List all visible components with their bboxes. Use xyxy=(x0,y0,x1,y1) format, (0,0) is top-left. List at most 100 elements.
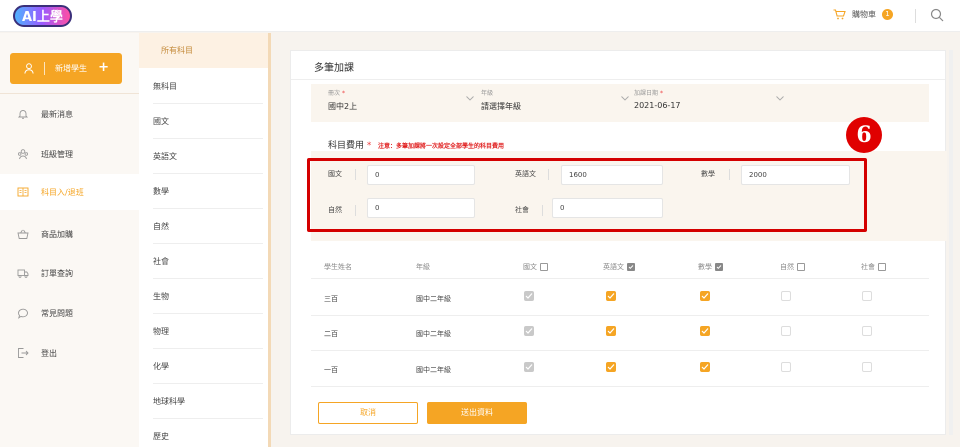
subject-item[interactable]: 生物 xyxy=(153,279,263,314)
new-student-label: 新增學生 xyxy=(55,64,87,73)
chevron-down-icon xyxy=(621,96,629,101)
topbar-divider xyxy=(915,9,916,23)
cart-button[interactable]: 購物車 1 xyxy=(833,9,893,20)
checkbox-math[interactable] xyxy=(700,291,710,301)
panel-title: 多筆加課 xyxy=(314,63,354,74)
header-checkbox[interactable] xyxy=(715,263,723,271)
highlight-box xyxy=(307,158,867,232)
fee-label-text: 科目費用 xyxy=(328,141,365,151)
grade-select[interactable]: 年級 請選擇年級 xyxy=(481,84,631,122)
table-divider xyxy=(311,386,929,387)
col-header-science[interactable]: 自然 xyxy=(780,262,805,272)
header-checkbox[interactable] xyxy=(627,263,635,271)
subject-item[interactable]: 物理 xyxy=(153,314,263,349)
filter-value: 國中2上 xyxy=(328,102,358,111)
submit-button[interactable]: 送出資料 xyxy=(427,402,527,424)
sidebar-item-label: 常見問題 xyxy=(41,308,73,318)
col-header-english[interactable]: 英語文 xyxy=(603,262,635,272)
col-header-social[interactable]: 社會 xyxy=(861,262,886,272)
top-bar: AI上學 購物車 1 xyxy=(0,0,960,32)
sidebar-item-logout[interactable]: 登出 xyxy=(0,335,139,371)
add-date-select[interactable]: 加課日期 * 2021-06-17 xyxy=(634,84,784,122)
sidebar-item-label: 商品加購 xyxy=(41,229,73,239)
subject-item[interactable]: 數學 xyxy=(153,174,263,209)
checkbox-social[interactable] xyxy=(862,291,872,301)
table-divider xyxy=(311,350,929,351)
chevron-down-icon xyxy=(466,96,474,101)
people-icon xyxy=(18,149,28,160)
student-grade: 國中二年級 xyxy=(416,295,451,303)
logout-icon xyxy=(18,348,29,358)
checkbox-social[interactable] xyxy=(862,326,872,336)
step-number-badge: 6 xyxy=(846,117,882,153)
sidebar-item-orders[interactable]: 訂單查詢 xyxy=(0,255,139,291)
header-checkbox[interactable] xyxy=(540,263,548,271)
basket-icon xyxy=(17,229,29,239)
cancel-button[interactable]: 取消 xyxy=(318,402,418,424)
checkbox-science[interactable] xyxy=(781,326,791,336)
title-divider xyxy=(291,79,945,80)
required-mark: * xyxy=(366,141,372,151)
sidebar-item-products[interactable]: 商品加購 xyxy=(0,216,139,252)
checkbox-chinese xyxy=(524,362,534,372)
col-header-chinese[interactable]: 國文 xyxy=(523,262,548,272)
col-header-name: 學生姓名 xyxy=(324,263,352,271)
checkbox-math[interactable] xyxy=(700,326,710,336)
required-mark: * xyxy=(341,90,345,97)
col-header-math[interactable]: 數學 xyxy=(698,262,723,272)
subject-item[interactable]: 英語文 xyxy=(153,139,263,174)
app-logo[interactable]: AI上學 xyxy=(13,4,72,28)
cart-count-badge: 1 xyxy=(882,9,893,20)
fee-section-label: 科目費用 * xyxy=(328,138,371,151)
sidebar-item-subject-enroll[interactable]: 科目入/退班 xyxy=(0,174,139,210)
subject-item[interactable]: 自然 xyxy=(153,209,263,244)
plus-icon: + xyxy=(98,60,109,75)
truck-icon xyxy=(17,269,29,278)
search-icon[interactable] xyxy=(930,8,944,22)
checkbox-english[interactable] xyxy=(606,362,616,372)
book-icon xyxy=(17,187,29,197)
checkbox-social[interactable] xyxy=(862,362,872,372)
sidebar: 新增學生 + 最新消息 班級管理 科目入/退班 商品加購 訂單查詢 常見問題 登… xyxy=(0,33,139,447)
multi-add-panel: 多筆加課 冊次 * 國中2上 年級 請選擇年級 加課日期 * 2021-06-1… xyxy=(290,50,947,435)
subject-item-all[interactable]: 所有科目 xyxy=(139,33,268,68)
sidebar-item-label: 最新消息 xyxy=(41,109,73,119)
sidebar-item-label: 登出 xyxy=(41,348,57,358)
col-header-grade: 年級 xyxy=(416,263,430,271)
subject-item[interactable]: 歷史 xyxy=(153,419,263,447)
sidebar-item-faq[interactable]: 常見問題 xyxy=(0,295,139,331)
checkbox-english[interactable] xyxy=(606,326,616,336)
subject-item[interactable]: 地球科學 xyxy=(153,384,263,419)
filter-value: 2021-06-17 xyxy=(634,101,681,110)
subject-item[interactable]: 無科目 xyxy=(153,69,263,104)
chat-icon xyxy=(17,308,28,319)
sidebar-item-label: 科目入/退班 xyxy=(41,187,84,197)
cart-label: 購物車 xyxy=(852,10,876,19)
required-mark: * xyxy=(659,90,663,97)
volume-select[interactable]: 冊次 * 國中2上 xyxy=(328,84,478,122)
student-name: 一百 xyxy=(324,366,338,374)
subject-item[interactable]: 國文 xyxy=(153,104,263,139)
subject-item[interactable]: 化學 xyxy=(153,349,263,384)
subject-item[interactable]: 社會 xyxy=(153,244,263,279)
student-name: 三百 xyxy=(324,295,338,303)
checkbox-science[interactable] xyxy=(781,291,791,301)
student-grade: 國中二年級 xyxy=(416,330,451,338)
checkbox-math[interactable] xyxy=(700,362,710,372)
checkbox-english[interactable] xyxy=(606,291,616,301)
scrollbar[interactable] xyxy=(949,50,953,435)
header-checkbox[interactable] xyxy=(878,263,886,271)
user-icon xyxy=(24,63,34,74)
header-checkbox[interactable] xyxy=(797,263,805,271)
sidebar-item-class[interactable]: 班級管理 xyxy=(0,136,139,172)
filter-value: 請選擇年級 xyxy=(481,102,521,111)
student-grade: 國中二年級 xyxy=(416,366,451,374)
subject-list: 所有科目 無科目 國文 英語文 數學 自然 社會 生物 物理 化學 地球科學 歷… xyxy=(139,33,271,447)
filter-label: 冊次 xyxy=(328,90,341,97)
checkbox-science[interactable] xyxy=(781,362,791,372)
bell-icon xyxy=(17,110,29,119)
chevron-down-icon xyxy=(776,96,784,101)
sidebar-item-label: 訂單查詢 xyxy=(41,268,73,278)
sidebar-item-news[interactable]: 最新消息 xyxy=(0,96,139,132)
new-student-button[interactable]: 新增學生 + xyxy=(10,53,122,84)
